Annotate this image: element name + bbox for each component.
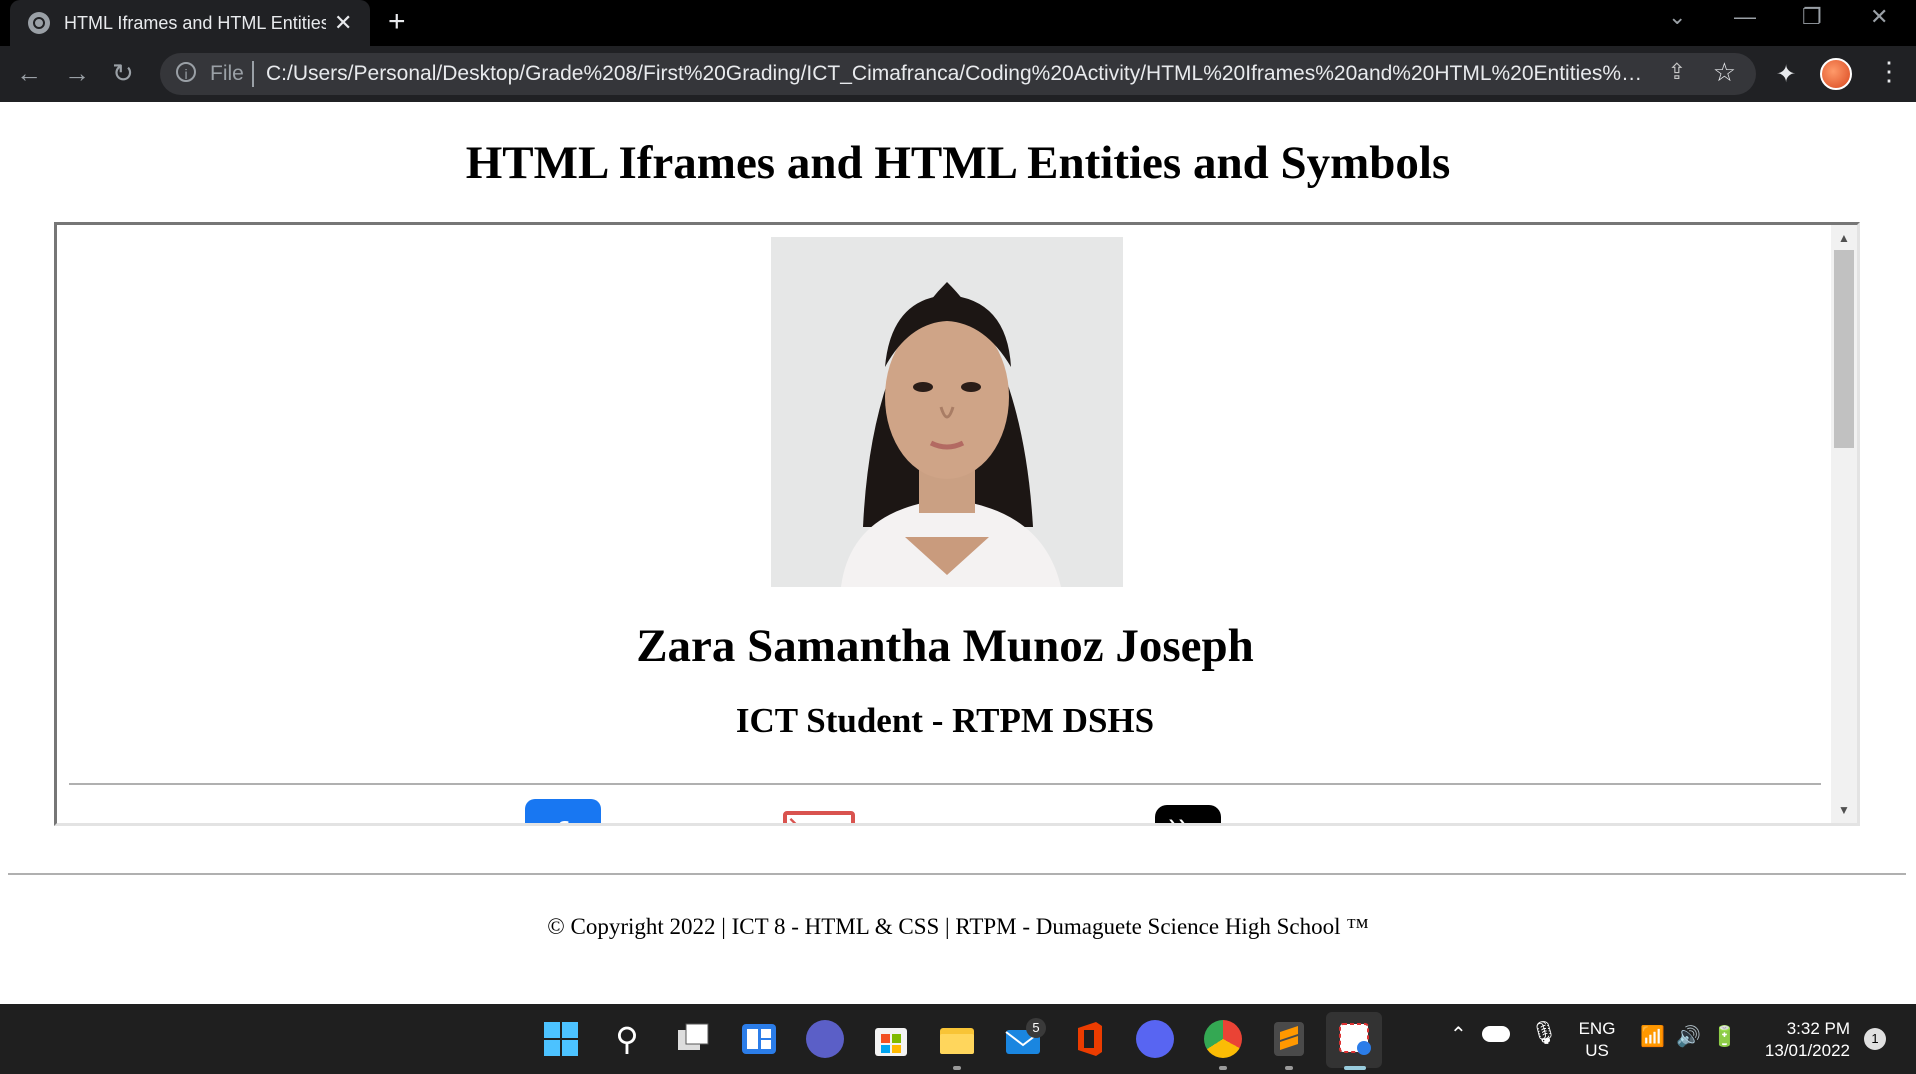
browser-menu-icon[interactable]: ⋮ [1876, 56, 1902, 87]
onedrive-cloud-icon[interactable] [1482, 1026, 1510, 1042]
running-indicator [953, 1066, 961, 1070]
task-view-icon[interactable] [674, 1020, 712, 1058]
portrait-image [771, 237, 1123, 587]
address-url-text[interactable]: C:/Users/Personal/Desktop/Grade%208/Firs… [266, 62, 1646, 86]
microphone-icon[interactable]: 🎙 [1530, 1022, 1558, 1044]
sublime-text-icon[interactable] [1270, 1020, 1308, 1058]
embedded-iframe[interactable]: Zara Samantha Munoz Joseph ICT Student -… [54, 222, 1860, 826]
person-role: ICT Student - RTPM DSHS [735, 701, 1155, 740]
bookmark-star-icon[interactable]: ☆ [1713, 57, 1736, 88]
clock-date: 13/01/2022 [1764, 1041, 1850, 1060]
address-separator [252, 61, 254, 87]
clock-time: 3:32 PM [1786, 1019, 1850, 1038]
scrollbar-thumb[interactable] [1834, 250, 1854, 448]
profile-avatar[interactable] [1820, 58, 1852, 90]
file-explorer-icon[interactable] [938, 1020, 976, 1058]
chrome-icon[interactable] [1204, 1020, 1242, 1058]
scroll-down-arrow-icon[interactable]: ▼ [1838, 803, 1850, 817]
rss-feed-icon[interactable]: )) [1155, 805, 1221, 823]
clock[interactable]: 3:32 PM 13/01/2022 [1754, 1018, 1850, 1062]
running-indicator [1285, 1066, 1293, 1070]
browser-titlebar: HTML Iframes and HTML Entities ✕ + ⌄ — ❐… [0, 0, 1916, 46]
facebook-icon[interactable]: f [525, 799, 601, 823]
windows-logo [544, 1022, 578, 1056]
iframe-scrollbar[interactable]: ▲ ▼ [1831, 225, 1857, 823]
back-arrow-icon[interactable]: ← [16, 56, 42, 90]
profile-photo [771, 237, 1123, 587]
tab-search-icon[interactable]: ⌄ [1668, 4, 1686, 30]
snip-glyph [1339, 1023, 1371, 1055]
volume-icon[interactable]: 🔊 [1676, 1026, 1701, 1048]
office-icon[interactable] [1070, 1020, 1108, 1058]
snipping-tool-icon[interactable] [1336, 1020, 1374, 1058]
email-icon[interactable] [783, 811, 855, 823]
address-scheme-label: File [210, 62, 244, 85]
minimize-button[interactable]: — [1734, 4, 1756, 30]
store-glyph [875, 1028, 907, 1056]
tab-close-button[interactable]: ✕ [334, 10, 352, 36]
footer-copyright: © Copyright 2022 | ICT 8 - HTML & CSS | … [547, 914, 1369, 939]
facebook-glyph: f [555, 815, 568, 823]
page-divider [8, 873, 1906, 875]
region-code: US [1585, 1041, 1609, 1060]
rss-glyph: )) [1169, 815, 1189, 823]
active-indicator [1344, 1066, 1366, 1070]
windows-taskbar: ⚲ 5 ⌃ 🎙 ENG US 📶 🔊 🔋 3:32 PM 13/01/2022 [0, 1004, 1916, 1074]
extensions-puzzle-icon[interactable]: ✦ [1776, 60, 1796, 89]
teams-chat-icon[interactable] [806, 1020, 844, 1058]
person-name: Zara Samantha Munoz Joseph [636, 620, 1254, 672]
running-indicator [1219, 1066, 1227, 1070]
start-windows-icon[interactable] [542, 1020, 580, 1058]
page-viewport: HTML Iframes and HTML Entities and Symbo… [0, 102, 1916, 1004]
close-window-button[interactable]: ✕ [1870, 4, 1888, 30]
folder-glyph [940, 1028, 974, 1054]
widgets-glyph [742, 1024, 776, 1054]
reload-icon[interactable]: ↻ [112, 56, 134, 90]
restore-button[interactable]: ❐ [1802, 4, 1822, 30]
battery-icon[interactable]: 🔋 [1712, 1026, 1737, 1048]
iframe-divider [69, 783, 1821, 785]
mail-unread-badge: 5 [1026, 1018, 1046, 1038]
sublime-glyph [1274, 1022, 1304, 1056]
scroll-up-arrow-icon[interactable]: ▲ [1838, 231, 1850, 245]
office-glyph [1078, 1022, 1102, 1056]
input-language[interactable]: ENG US [1574, 1018, 1620, 1062]
browser-toolbar: ← → ↻ i File C:/Users/Personal/Desktop/G… [0, 46, 1916, 102]
widgets-icon[interactable] [740, 1020, 778, 1058]
globe-icon [28, 12, 50, 34]
wifi-icon[interactable]: 📶 [1640, 1026, 1665, 1048]
forward-arrow-icon[interactable]: → [64, 56, 90, 90]
share-icon[interactable]: ⇪ [1668, 59, 1686, 85]
show-hidden-icons-chevron[interactable]: ⌃ [1450, 1024, 1467, 1046]
browser-tab-active[interactable]: HTML Iframes and HTML Entities ✕ [10, 0, 370, 46]
language-code: ENG [1578, 1019, 1616, 1038]
task-view-glyph [678, 1023, 709, 1050]
search-icon[interactable]: ⚲ [608, 1020, 646, 1058]
address-bar[interactable]: i File C:/Users/Personal/Desktop/Grade%2… [160, 53, 1756, 95]
page-title: HTML Iframes and HTML Entities and Symbo… [465, 137, 1451, 189]
site-info-icon[interactable]: i [176, 62, 196, 82]
microsoft-store-icon[interactable] [872, 1020, 910, 1058]
discord-icon[interactable] [1136, 1020, 1174, 1058]
tab-title: HTML Iframes and HTML Entities [64, 12, 326, 33]
new-tab-button[interactable]: + [388, 6, 406, 38]
notification-badge[interactable]: 1 [1864, 1028, 1886, 1050]
